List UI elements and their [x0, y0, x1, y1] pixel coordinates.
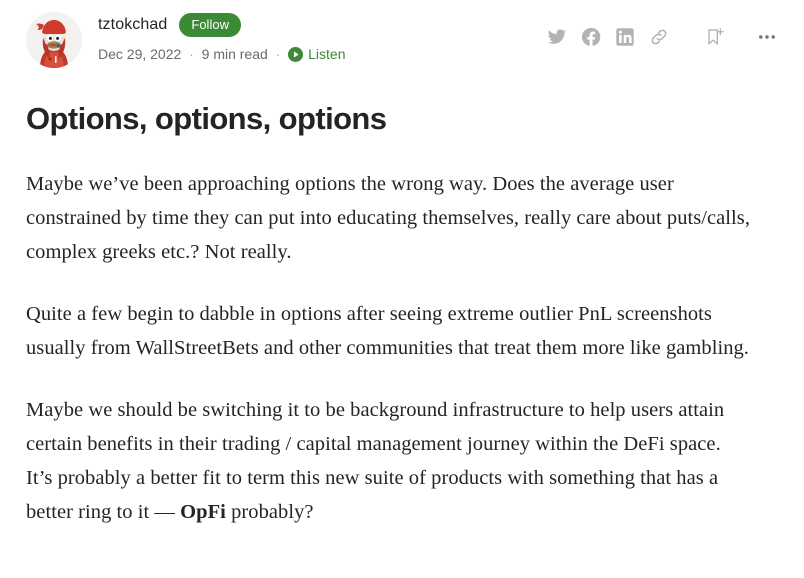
- author-row: tztokchad Follow: [98, 13, 546, 37]
- paragraph-3-part-2: probably?: [225, 501, 314, 523]
- article-paragraph-1: Maybe we’ve been approaching options the…: [26, 173, 751, 263]
- article-paragraph-3: Maybe we should be switching it to be ba…: [26, 393, 752, 529]
- listen-label: Listen: [308, 46, 346, 62]
- bookmark-add-icon[interactable]: [704, 26, 726, 48]
- listen-button[interactable]: Listen: [288, 46, 346, 62]
- page-title: Options, options, options: [26, 101, 387, 136]
- follow-button[interactable]: Follow: [179, 13, 241, 37]
- share-twitter-icon[interactable]: [546, 26, 568, 48]
- article-paragraph-2: Quite a few begin to dabble in options a…: [26, 303, 749, 359]
- paragraph-3-bold-term: OpFi: [180, 501, 226, 523]
- play-circle-icon: [288, 46, 304, 62]
- avatar[interactable]: [26, 12, 82, 68]
- paragraph-3-part-1: Maybe we should be switching it to be ba…: [26, 399, 725, 523]
- article-actions: [546, 12, 778, 48]
- author-name[interactable]: tztokchad: [98, 16, 167, 34]
- publish-date: Dec 29, 2022: [98, 46, 182, 62]
- article-body: Maybe we’ve been approaching options the…: [26, 167, 778, 529]
- share-linkedin-icon[interactable]: [614, 26, 636, 48]
- article-page: tztokchad Follow Dec 29, 2022 · 9 min re…: [0, 0, 804, 578]
- byline-text: tztokchad Follow Dec 29, 2022 · 9 min re…: [98, 12, 546, 64]
- read-time: 9 min read: [201, 46, 268, 62]
- share-facebook-icon[interactable]: [580, 26, 602, 48]
- meta-separator-1: ·: [189, 46, 194, 62]
- article-byline: tztokchad Follow Dec 29, 2022 · 9 min re…: [26, 0, 778, 70]
- article-meta: Dec 29, 2022 · 9 min read · Listen: [98, 44, 546, 64]
- more-options-icon[interactable]: [756, 26, 778, 48]
- meta-separator-2: ·: [275, 46, 281, 62]
- copy-link-icon[interactable]: [648, 26, 670, 48]
